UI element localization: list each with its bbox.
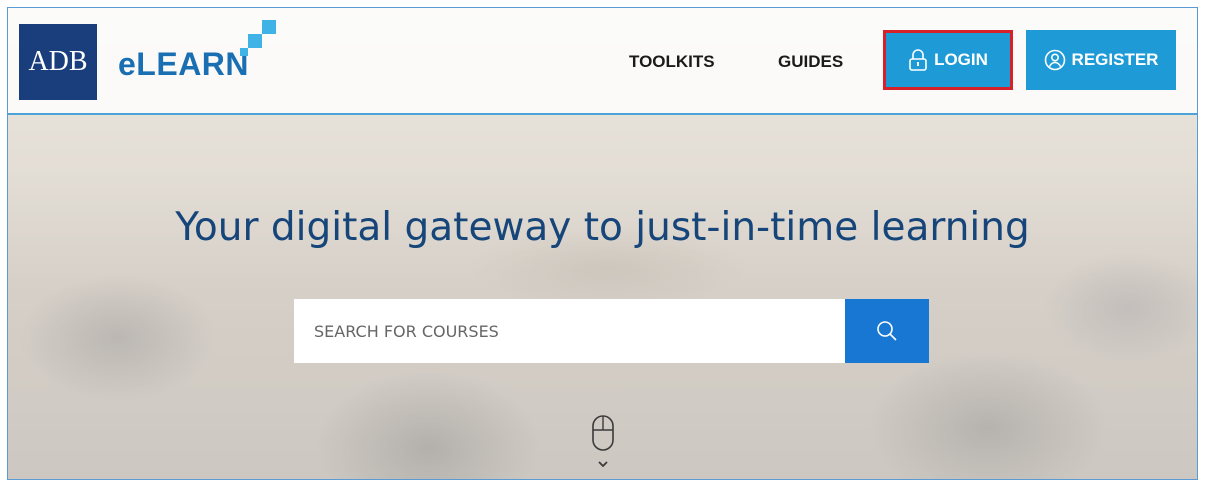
- user-circle-icon: [1044, 49, 1065, 71]
- login-label: LOGIN: [934, 50, 988, 69]
- mouse-scroll-icon: [592, 415, 614, 468]
- adb-logo[interactable]: ADB: [19, 24, 97, 100]
- elearn-logo-squares-icon: [240, 20, 280, 60]
- elearn-logo[interactable]: eLEARN: [118, 46, 249, 83]
- register-button[interactable]: REGISTER: [1026, 30, 1176, 90]
- nav-toolkits-link[interactable]: TOOLKITS: [629, 52, 715, 72]
- course-search-input[interactable]: [294, 299, 845, 363]
- browser-viewport: ADB eLEARN TOOLKITS GUIDES LOGIN REGISTE: [7, 7, 1198, 480]
- adb-logo-text: ADB: [28, 46, 88, 77]
- search-button[interactable]: [845, 299, 929, 363]
- lock-icon: [909, 49, 927, 71]
- course-search-bar: [294, 299, 929, 363]
- top-navbar: ADB eLEARN TOOLKITS GUIDES LOGIN REGISTE: [8, 8, 1197, 115]
- nav-guides-link[interactable]: GUIDES: [778, 52, 843, 72]
- login-button[interactable]: LOGIN: [883, 30, 1013, 90]
- register-label: REGISTER: [1071, 50, 1159, 69]
- hero-headline: Your digital gateway to just-in-time lea…: [175, 205, 1030, 250]
- search-icon: [877, 321, 897, 341]
- scroll-down-indicator[interactable]: [591, 414, 615, 474]
